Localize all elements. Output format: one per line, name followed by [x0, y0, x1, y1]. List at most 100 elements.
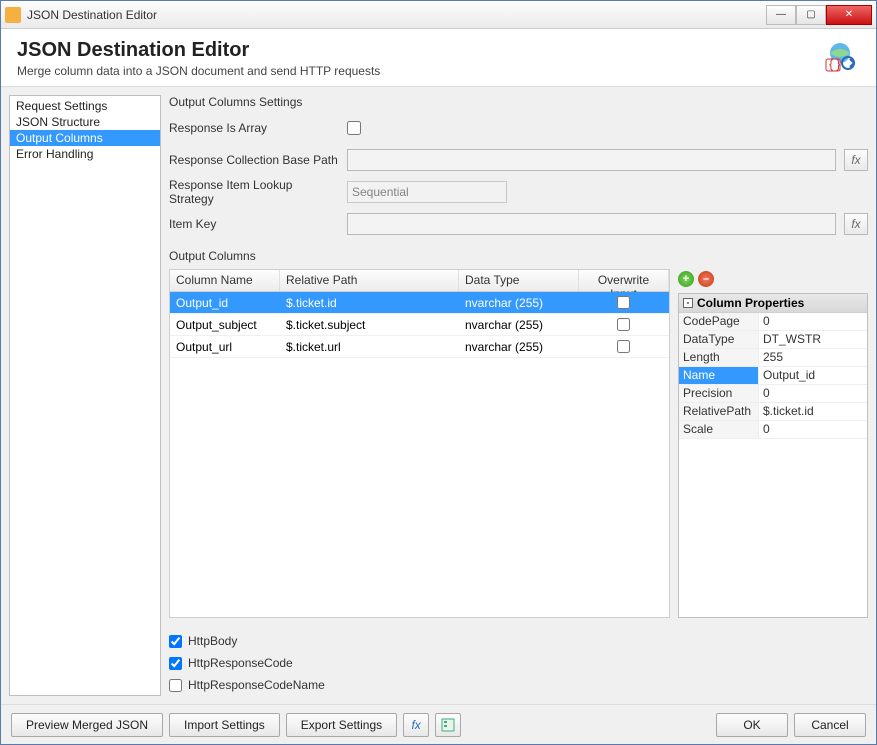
item-key-input[interactable] — [347, 213, 836, 235]
window-title: JSON Destination Editor — [27, 8, 766, 22]
property-key: Precision — [679, 385, 759, 402]
sidebar-item-request-settings[interactable]: Request Settings — [10, 98, 160, 114]
lookup-strategy-label: Response Item Lookup Strategy — [169, 178, 339, 206]
th-overwrite-input[interactable]: Overwrite Input — [579, 270, 669, 291]
http-body-label: HttpBody — [188, 634, 237, 648]
http-response-code-row[interactable]: HttpResponseCode — [169, 656, 868, 670]
cell-relative-path: $.ticket.url — [280, 338, 459, 356]
property-key: CodePage — [679, 313, 759, 330]
app-icon — [5, 7, 21, 23]
row-item-key: Item Key fx — [169, 211, 868, 237]
http-checks: HttpBody HttpResponseCode HttpResponseCo… — [169, 630, 868, 696]
preview-merged-json-button[interactable]: Preview Merged JSON — [11, 713, 163, 737]
sidebar-item-error-handling[interactable]: Error Handling — [10, 146, 160, 162]
http-response-code-name-row[interactable]: HttpResponseCodeName — [169, 678, 868, 692]
main-panel: Output Columns Settings Response Is Arra… — [169, 95, 868, 696]
sidebar: Request Settings JSON Structure Output C… — [9, 95, 161, 696]
response-is-array-label: Response Is Array — [169, 121, 339, 135]
sidebar-item-output-columns[interactable]: Output Columns — [10, 130, 160, 146]
columns-table: Column Name Relative Path Data Type Over… — [169, 269, 670, 618]
columns-area: Column Name Relative Path Data Type Over… — [169, 269, 868, 618]
body: Request Settings JSON Structure Output C… — [1, 87, 876, 704]
collapse-icon: - — [683, 298, 693, 308]
base-path-label: Response Collection Base Path — [169, 153, 339, 167]
property-value: 255 — [759, 349, 867, 366]
add-column-button[interactable]: + — [678, 271, 694, 287]
globe-json-icon: { } — [824, 41, 856, 73]
property-key: Name — [679, 367, 759, 384]
page-subtitle: Merge column data into a JSON document a… — [17, 64, 860, 78]
svg-text:{ }: { } — [829, 57, 840, 71]
property-value: 0 — [759, 385, 867, 402]
table-row[interactable]: Output_subject$.ticket.subjectnvarchar (… — [170, 314, 669, 336]
cell-column-name: Output_id — [170, 294, 280, 312]
property-row[interactable]: NameOutput_id — [679, 367, 867, 385]
property-key: Length — [679, 349, 759, 366]
property-row[interactable]: Scale0 — [679, 421, 867, 439]
response-is-array-checkbox[interactable] — [347, 121, 361, 135]
property-key: RelativePath — [679, 403, 759, 420]
th-relative-path[interactable]: Relative Path — [280, 270, 459, 291]
expression-editor-button[interactable]: fx — [403, 713, 429, 737]
row-response-is-array: Response Is Array — [169, 115, 868, 141]
fx-button-base-path[interactable]: fx — [844, 149, 868, 171]
fx-icon: fx — [851, 153, 860, 167]
row-base-path: Response Collection Base Path fx — [169, 147, 868, 173]
fx-icon: fx — [851, 217, 860, 231]
property-row[interactable]: DataTypeDT_WSTR — [679, 331, 867, 349]
table-row[interactable]: Output_id$.ticket.idnvarchar (255) — [170, 292, 669, 314]
cell-relative-path: $.ticket.id — [280, 294, 459, 312]
ok-button[interactable]: OK — [716, 713, 788, 737]
http-body-row[interactable]: HttpBody — [169, 634, 868, 648]
minimize-button[interactable]: — — [766, 5, 796, 25]
cell-relative-path: $.ticket.subject — [280, 316, 459, 334]
http-response-code-checkbox[interactable] — [169, 657, 182, 670]
properties-header-label: Column Properties — [697, 296, 804, 310]
import-settings-button[interactable]: Import Settings — [169, 713, 280, 737]
output-columns-label: Output Columns — [169, 249, 868, 263]
table-row[interactable]: Output_url$.ticket.urlnvarchar (255) — [170, 336, 669, 358]
remove-column-button[interactable]: – — [698, 271, 714, 287]
property-value: 0 — [759, 421, 867, 438]
base-path-input[interactable] — [347, 149, 836, 171]
http-response-code-name-checkbox[interactable] — [169, 679, 182, 692]
sidebar-item-json-structure[interactable]: JSON Structure — [10, 114, 160, 130]
cell-column-name: Output_subject — [170, 316, 280, 334]
fx-icon: fx — [411, 718, 420, 732]
table-header: Column Name Relative Path Data Type Over… — [170, 270, 669, 292]
schema-icon — [441, 718, 455, 732]
properties-header[interactable]: - Column Properties — [679, 294, 867, 313]
property-row[interactable]: Precision0 — [679, 385, 867, 403]
close-button[interactable]: ✕ — [826, 5, 872, 25]
window-controls: — ▢ ✕ — [766, 5, 872, 25]
cell-overwrite — [579, 316, 669, 333]
property-value: DT_WSTR — [759, 331, 867, 348]
fx-button-item-key[interactable]: fx — [844, 213, 868, 235]
property-row[interactable]: Length255 — [679, 349, 867, 367]
property-value: Output_id — [759, 367, 867, 384]
th-data-type[interactable]: Data Type — [459, 270, 579, 291]
window: JSON Destination Editor — ▢ ✕ JSON Desti… — [0, 0, 877, 745]
lookup-strategy-select[interactable]: Sequential — [347, 181, 507, 203]
output-columns-settings-label: Output Columns Settings — [169, 95, 868, 109]
row-lookup-strategy: Response Item Lookup Strategy Sequential — [169, 179, 868, 205]
http-response-code-label: HttpResponseCode — [188, 656, 293, 670]
schema-button[interactable] — [435, 713, 461, 737]
overwrite-checkbox[interactable] — [617, 318, 630, 331]
cell-overwrite — [579, 294, 669, 311]
overwrite-checkbox[interactable] — [617, 340, 630, 353]
overwrite-checkbox[interactable] — [617, 296, 630, 309]
export-settings-button[interactable]: Export Settings — [286, 713, 397, 737]
http-body-checkbox[interactable] — [169, 635, 182, 648]
cell-data-type: nvarchar (255) — [459, 316, 579, 334]
property-row[interactable]: CodePage0 — [679, 313, 867, 331]
maximize-button[interactable]: ▢ — [796, 5, 826, 25]
cell-data-type: nvarchar (255) — [459, 294, 579, 312]
footer: Preview Merged JSON Import Settings Expo… — [1, 704, 876, 744]
table-body: Output_id$.ticket.idnvarchar (255)Output… — [170, 292, 669, 617]
cancel-button[interactable]: Cancel — [794, 713, 866, 737]
property-row[interactable]: RelativePath$.ticket.id — [679, 403, 867, 421]
property-value: 0 — [759, 313, 867, 330]
http-response-code-name-label: HttpResponseCodeName — [188, 678, 325, 692]
th-column-name[interactable]: Column Name — [170, 270, 280, 291]
